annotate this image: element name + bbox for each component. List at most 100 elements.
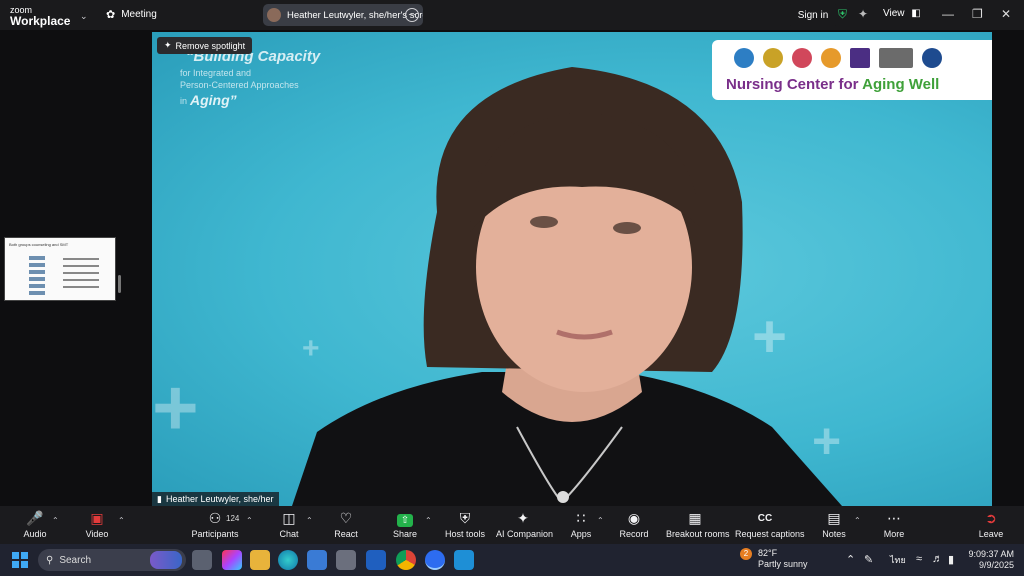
input-language[interactable]: ไทย: [890, 553, 906, 567]
view-button[interactable]: View ◧: [883, 8, 921, 19]
apps-button[interactable]: ∷ Apps: [568, 510, 594, 539]
sparkle-icon[interactable]: ✦: [858, 7, 868, 21]
panel-resize-handle[interactable]: [118, 275, 121, 293]
weather-desc: Partly sunny: [758, 559, 808, 569]
audio-button[interactable]: 🎤 Audio: [20, 510, 50, 539]
record-label: Record: [619, 529, 649, 539]
store-icon[interactable]: [307, 550, 327, 570]
file-explorer-icon[interactable]: [250, 550, 270, 570]
speaker-eye: [613, 222, 641, 234]
apps-options-chevron-icon[interactable]: ⌃: [597, 516, 604, 525]
search-label: Search: [59, 554, 92, 566]
share-options-icon[interactable]: ···: [405, 8, 419, 22]
clock-time: 9:09:37 AM: [968, 549, 1014, 559]
speaker-eye: [530, 216, 558, 228]
tray-chevron-up-icon[interactable]: ⌃: [846, 553, 855, 566]
edge-browser-icon[interactable]: [278, 550, 298, 570]
request-captions-button[interactable]: CC Request captions: [735, 510, 805, 539]
participant-name-tag: ▮ Heather Leutwyler, she/her: [152, 492, 279, 506]
leave-button[interactable]: ➲ Leave: [978, 510, 1004, 539]
audio-options-chevron-icon[interactable]: ⌃: [52, 516, 59, 525]
pen-icon[interactable]: ✎: [864, 553, 873, 566]
speaker-figure: [292, 67, 842, 506]
screen-share-pill[interactable]: Heather Leutwyler, she/her's screen ···: [263, 4, 423, 26]
meeting-toolbar: 🎤 Audio ⌃ ▣ Video ⌃ ⚇ Participants 124 ⌃…: [0, 506, 1024, 544]
app-icon[interactable]: [336, 550, 356, 570]
participants-count: 124: [226, 514, 240, 523]
weather-widget[interactable]: 82°F Partly sunny: [758, 548, 808, 570]
zoom-app-icon[interactable]: [425, 550, 445, 570]
ai-companion-button[interactable]: ✦ AI Companion: [496, 510, 553, 539]
chat-button[interactable]: ◫ Chat: [276, 510, 302, 539]
windows-start-icon[interactable]: [12, 552, 28, 568]
host-tools-button[interactable]: ⛨ Host tools: [444, 510, 486, 539]
sign-in-button[interactable]: Sign in: [788, 4, 838, 26]
wifi-icon[interactable]: ≈: [916, 553, 922, 565]
thumb-block: [29, 270, 45, 274]
notes-label: Notes: [822, 529, 846, 539]
share-label: Share: [392, 529, 418, 539]
notes-button[interactable]: ▤ Notes: [822, 510, 846, 539]
thumb-block: [29, 256, 45, 260]
thumb-block: [29, 263, 45, 267]
share-button[interactable]: ⇧ Share: [390, 510, 420, 539]
video-button[interactable]: ▣ Video: [82, 510, 112, 539]
heart-icon: ♡: [339, 510, 353, 526]
shield-icon: ⛨: [459, 510, 471, 526]
record-icon: ◉: [627, 510, 641, 526]
video-options-chevron-icon[interactable]: ⌃: [118, 516, 125, 525]
necklace-pendant: [557, 491, 569, 503]
react-button[interactable]: ♡ React: [332, 510, 360, 539]
host-tools-label: Host tools: [444, 529, 486, 539]
thumb-block: [29, 277, 45, 281]
brand-bottom: Workplace: [10, 14, 71, 28]
weather-badge: 2: [740, 548, 752, 560]
search-icon: ⚲: [46, 554, 54, 566]
video-off-icon: ▣: [90, 510, 104, 526]
leave-door-icon: ➲: [985, 510, 997, 526]
shared-screen-thumbnail[interactable]: Both groups counseling and SMT: [4, 237, 116, 301]
participant-name: Heather Leutwyler, she/her: [165, 494, 274, 504]
ai-sparkle-icon: ✦: [517, 510, 529, 526]
photos-icon[interactable]: [454, 550, 474, 570]
windows-taskbar: ⚲ Search 2 82°F Partly sunny ⌃ ✎ ไทย ≈ ♬…: [0, 544, 1024, 576]
record-button[interactable]: ◉ Record: [618, 510, 650, 539]
audio-label: Audio: [23, 529, 47, 539]
shield-check-icon[interactable]: ⛨: [838, 7, 847, 22]
system-clock[interactable]: 9:09:37 AM 9/9/2025: [966, 549, 1014, 571]
breakout-rooms-icon: ▦: [688, 510, 702, 526]
weather-temp: 82°F: [758, 548, 778, 558]
meeting-tab[interactable]: ✿ Meeting: [106, 8, 157, 21]
more-button[interactable]: ⋯ More: [882, 510, 906, 539]
close-icon[interactable]: ✕: [1001, 7, 1011, 21]
sharer-avatar: [267, 8, 281, 22]
battery-icon[interactable]: ▮: [948, 553, 954, 566]
more-dots-icon: ⋯: [887, 510, 901, 526]
participants-label: Participants: [191, 529, 239, 539]
restore-icon[interactable]: ❐: [972, 7, 983, 21]
more-label: More: [883, 529, 905, 539]
thumb-line: [63, 265, 99, 267]
task-view-icon[interactable]: [192, 550, 212, 570]
view-layout-icon: ◧: [911, 8, 921, 19]
app-icon[interactable]: [366, 550, 386, 570]
share-options-chevron-icon[interactable]: ⌃: [425, 516, 432, 525]
chrome-icon[interactable]: [396, 550, 416, 570]
breakout-rooms-button[interactable]: ▦ Breakout rooms: [666, 510, 730, 539]
thumb-line: [63, 258, 99, 260]
thumb-line: [63, 286, 99, 288]
spotlight-video: + + + + “Building Capacity for Integrate…: [152, 32, 992, 506]
brand-chevron-down-icon[interactable]: ⌄: [80, 11, 88, 22]
notes-options-chevron-icon[interactable]: ⌃: [854, 516, 861, 525]
volume-icon[interactable]: ♬: [932, 553, 943, 565]
muted-mic-icon: 🎤: [26, 510, 44, 526]
notes-icon: ▤: [827, 510, 841, 526]
copilot-icon[interactable]: [222, 550, 242, 570]
share-screen-icon: ⇧: [390, 510, 420, 527]
minimize-icon[interactable]: —: [942, 7, 954, 21]
title-bar: zoom Workplace ⌄ ✿ Meeting Heather Leutw…: [0, 0, 1024, 30]
participants-options-chevron-icon[interactable]: ⌃: [246, 516, 253, 525]
thumb-line: [63, 279, 99, 281]
chat-options-chevron-icon[interactable]: ⌃: [306, 516, 313, 525]
paw-icon: ✿: [106, 9, 116, 21]
